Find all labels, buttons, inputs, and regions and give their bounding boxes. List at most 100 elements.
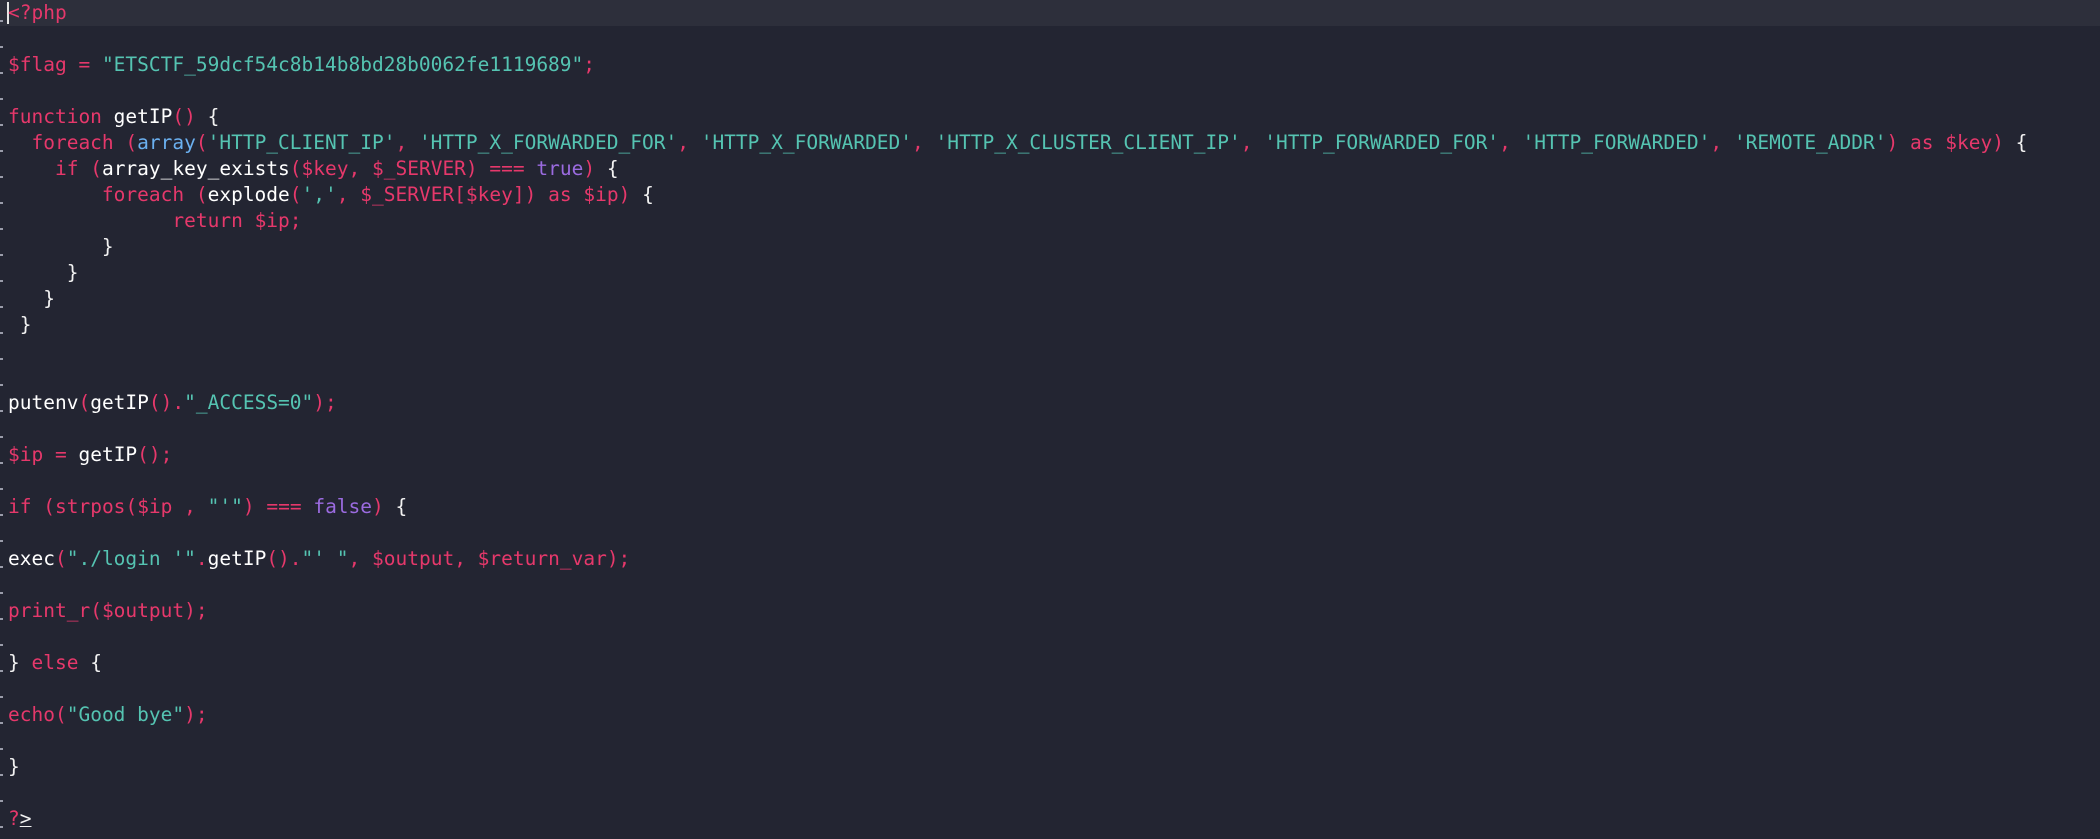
code-token: "_ACCESS=0" (184, 391, 314, 414)
code-line[interactable]: } (8, 260, 79, 286)
code-line[interactable]: } (8, 234, 114, 260)
code-token: ',' (301, 183, 337, 206)
code-line[interactable]: if (strpos($ip , "'") === false) { (8, 494, 407, 520)
code-token: ( (90, 599, 102, 622)
code-token: $output (101, 599, 185, 622)
code-line[interactable]: } else { (8, 650, 102, 676)
code-token: } (8, 755, 20, 778)
code-token: ) (1992, 131, 2016, 154)
code-token: as (1909, 131, 1946, 154)
gutter-marker (0, 150, 3, 152)
code-line[interactable]: } (8, 754, 20, 780)
code-token: if (8, 495, 44, 518)
gutter-marker (0, 358, 3, 360)
code-token: $ip (137, 495, 185, 518)
gutter-marker (0, 332, 3, 334)
code-token: ( (195, 183, 208, 206)
code-token: $ip (254, 209, 290, 232)
code-token: ); (184, 599, 208, 622)
code-line[interactable]: return $ip; (8, 208, 302, 234)
code-line[interactable]: foreach (array('HTTP_CLIENT_IP', 'HTTP_X… (8, 130, 2027, 156)
code-token: strpos (54, 495, 126, 518)
code-token: "'" (207, 495, 243, 518)
code-token: $_SERVER (360, 183, 455, 206)
code-token: true (536, 157, 584, 180)
code-token: $key (1945, 131, 1993, 154)
code-token: (). (266, 547, 302, 570)
gutter-marker (0, 774, 3, 776)
current-line-highlight (0, 0, 2100, 26)
code-token: , (1499, 131, 1523, 154)
code-token: ( (43, 495, 55, 518)
code-token: $key (465, 183, 513, 206)
gutter-marker (0, 826, 3, 828)
code-token: , (348, 547, 372, 570)
code-token: array_key_exists (101, 157, 290, 180)
code-token: = (66, 53, 102, 76)
code-token: ( (78, 391, 91, 414)
code-token: ( (125, 495, 138, 518)
code-token: ( (289, 183, 302, 206)
code-token: array (137, 131, 196, 154)
gutter-marker (0, 644, 3, 646)
code-token: ; (289, 209, 302, 232)
code-token: 'HTTP_X_CLUSTER_CLIENT_IP' (935, 131, 1241, 154)
code-line[interactable]: if (array_key_exists($key, $_SERVER) ===… (8, 156, 619, 182)
code-token: ( (54, 703, 67, 726)
code-token: } (8, 235, 114, 258)
gutter-marker (0, 280, 3, 282)
code-token: { (395, 495, 408, 518)
code-token: if (54, 157, 91, 180)
gutter-marker (0, 202, 3, 204)
code-token: getIP (207, 547, 267, 570)
code-token: ]) (512, 183, 549, 206)
code-line[interactable]: function getIP() { (8, 104, 219, 130)
code-line[interactable]: echo("Good bye"); (8, 702, 208, 728)
code-line[interactable]: } (8, 312, 32, 338)
gutter-marker (0, 254, 3, 256)
code-token: [ (454, 183, 466, 206)
code-line[interactable]: print_r($output); (8, 598, 208, 624)
code-token: ?> (8, 807, 32, 830)
code-token: $flag (8, 53, 67, 76)
code-line[interactable]: putenv(getIP()."_ACCESS=0"); (8, 390, 337, 416)
code-token: 'REMOTE_ADDR' (1733, 131, 1887, 154)
code-line[interactable]: <?php (8, 0, 67, 26)
code-token: 'HTTP_CLIENT_IP' (207, 131, 396, 154)
code-line[interactable]: ?> (8, 806, 32, 832)
code-token: (). (148, 391, 185, 414)
gutter-marker (0, 98, 3, 100)
code-line[interactable]: } (8, 286, 55, 312)
code-token: false (313, 495, 373, 518)
code-token: $key (301, 157, 349, 180)
code-token: echo (8, 703, 55, 726)
code-editor[interactable]: <?php $flag = "ETSCTF_59dcf54c8b14b8bd28b… (0, 0, 2100, 839)
code-token: , (184, 495, 208, 518)
code-token: } (8, 651, 32, 674)
code-line[interactable]: foreach (explode(',', $_SERVER[$key]) as… (8, 182, 654, 208)
code-token: foreach (31, 131, 126, 154)
code-token: ( (289, 157, 302, 180)
code-token: } (8, 313, 32, 336)
gutter-marker (0, 800, 3, 802)
code-token: ( (90, 157, 102, 180)
code-token: $output (372, 547, 455, 570)
gutter-marker (0, 670, 3, 672)
code-token: "./login '" (66, 547, 196, 570)
code-line[interactable]: exec("./login '".getIP()."' ", $output, … (8, 546, 630, 572)
code-token: putenv (8, 391, 79, 414)
gutter-marker (0, 618, 3, 620)
code-token: ) (618, 183, 643, 206)
code-token: (); (137, 443, 173, 466)
code-token: ; (583, 53, 596, 76)
code-line[interactable]: $flag = "ETSCTF_59dcf54c8b14b8bd28b0062f… (8, 52, 595, 78)
code-token: ( (195, 131, 208, 154)
code-line[interactable]: $ip = getIP(); (8, 442, 172, 468)
gutter-marker (0, 46, 3, 48)
gutter-marker (0, 722, 3, 724)
code-token: ) === (242, 495, 314, 518)
code-token: 'HTTP_FORWARDED_FOR' (1264, 131, 1500, 154)
code-token: , (395, 131, 419, 154)
